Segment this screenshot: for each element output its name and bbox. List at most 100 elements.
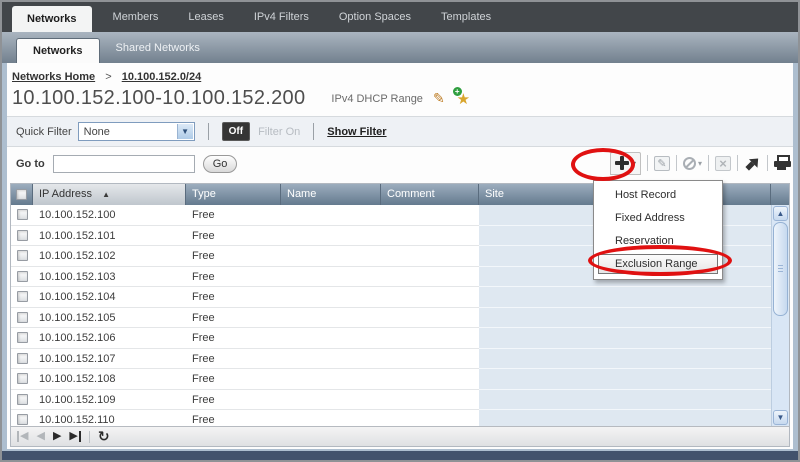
menu-item-reservation[interactable]: Reservation <box>594 230 722 253</box>
breadcrumb-network-link[interactable]: 10.100.152.0/24 <box>122 71 202 83</box>
show-filter-link[interactable]: Show Filter <box>327 126 386 138</box>
top-tab-bar: Networks Members Leases IPv4 Filters Opt… <box>2 2 798 32</box>
title-row: 10.100.152.100-10.100.152.200 IPv4 DHCP … <box>7 85 793 112</box>
delete-button[interactable]: × <box>715 155 731 171</box>
row-checkbox[interactable] <box>16 332 28 344</box>
checkbox-cell <box>11 225 33 246</box>
row-checkbox[interactable] <box>16 250 28 262</box>
refresh-button[interactable]: ↻ <box>98 429 110 443</box>
previous-page-button[interactable]: ◀ <box>36 431 44 442</box>
select-all-checkbox[interactable] <box>16 189 27 200</box>
row-checkbox[interactable] <box>16 291 28 303</box>
content-panel: Networks Home > 10.100.152.0/24 10.100.1… <box>7 63 793 449</box>
sub-tab-bar: Networks Shared Networks <box>2 32 798 63</box>
scrollbar-thumb[interactable] <box>773 222 788 316</box>
edit-pencil-icon[interactable]: ✎ <box>433 90 445 107</box>
edit-button[interactable]: ✎ <box>653 155 670 171</box>
checkbox-cell <box>11 369 33 390</box>
chevron-down-icon[interactable]: ▼ <box>176 124 193 139</box>
comment-cell <box>381 410 479 426</box>
last-page-button[interactable]: ▶ <box>69 431 81 442</box>
object-type-label: IPv4 DHCP Range <box>331 92 423 105</box>
refresh-icon: ↻ <box>97 427 110 444</box>
menu-item-host-record[interactable]: Host Record <box>594 184 722 207</box>
divider <box>737 155 738 171</box>
row-checkbox[interactable] <box>16 209 28 221</box>
ip-address-cell: 10.100.152.109 <box>33 389 186 410</box>
breadcrumb-networks-home-link[interactable]: Networks Home <box>12 71 95 83</box>
checkbox-cell <box>11 205 33 226</box>
tab-templates[interactable]: Templates <box>426 2 506 32</box>
subtab-shared-networks[interactable]: Shared Networks <box>100 33 216 63</box>
table-row[interactable]: 10.100.152.107 Free <box>11 348 789 369</box>
filter-toggle-button[interactable]: Off <box>221 122 251 141</box>
comment-cell <box>381 389 479 410</box>
quick-filter-select[interactable]: None ▼ <box>77 122 195 141</box>
tab-ipv4-filters[interactable]: IPv4 Filters <box>239 2 324 32</box>
ip-address-cell: 10.100.152.100 <box>33 205 186 226</box>
site-cell <box>479 287 789 308</box>
table-row[interactable]: 10.100.152.108 Free <box>11 369 789 390</box>
row-checkbox[interactable] <box>16 414 28 426</box>
first-page-button[interactable]: ◀ <box>17 431 28 442</box>
table-row[interactable]: 10.100.152.105 Free <box>11 307 789 328</box>
goto-label: Go to <box>16 157 45 170</box>
tab-members[interactable]: Members <box>98 2 174 32</box>
row-checkbox[interactable] <box>16 311 28 323</box>
subtab-networks[interactable]: Networks <box>16 38 100 63</box>
divider <box>675 155 677 171</box>
type-cell: Free <box>186 225 281 246</box>
column-header-comment[interactable]: Comment <box>381 184 479 205</box>
table-row[interactable]: 10.100.152.106 Free <box>11 328 789 349</box>
site-cell <box>479 348 789 369</box>
menu-item-exclusion-range[interactable]: Exclusion Range <box>594 253 722 276</box>
move-arrow-icon <box>740 151 764 175</box>
goto-input[interactable] <box>52 154 195 173</box>
add-dropdown-menu: Host Record Fixed Address Reservation Ex… <box>593 180 723 280</box>
checkbox-cell <box>11 389 33 410</box>
column-header-name[interactable]: Name <box>281 184 381 205</box>
divider <box>207 123 209 140</box>
quick-filter-value: None <box>83 125 110 138</box>
chevron-down-icon: ▾ <box>631 158 636 168</box>
comment-cell <box>381 225 479 246</box>
disable-button[interactable]: ▾ <box>682 156 702 170</box>
tab-option-spaces[interactable]: Option Spaces <box>324 2 426 32</box>
table-row[interactable]: 10.100.152.104 Free <box>11 287 789 308</box>
type-cell: Free <box>186 307 281 328</box>
go-button[interactable]: Go <box>202 154 238 173</box>
type-cell: Free <box>186 369 281 390</box>
scroll-down-button[interactable]: ▼ <box>773 410 788 425</box>
column-header-ip-address[interactable]: IP Address ▲ <box>33 184 186 205</box>
scroll-up-button[interactable]: ▲ <box>773 206 788 221</box>
breadcrumb: Networks Home > 10.100.152.0/24 <box>7 63 793 83</box>
row-checkbox[interactable] <box>16 229 28 241</box>
print-button[interactable] <box>774 154 791 172</box>
tab-leases[interactable]: Leases <box>173 2 238 32</box>
comment-cell <box>381 287 479 308</box>
next-page-button[interactable]: ▶ <box>53 431 61 442</box>
row-checkbox[interactable] <box>16 393 28 405</box>
chevron-down-icon: ▾ <box>697 158 702 168</box>
table-row[interactable]: 10.100.152.109 Free <box>11 389 789 410</box>
vertical-scrollbar[interactable]: ▲ ▼ <box>771 205 789 426</box>
row-checkbox[interactable] <box>16 352 28 364</box>
add-button[interactable]: ▾ <box>609 151 641 175</box>
tab-networks[interactable]: Networks <box>12 6 92 32</box>
divider <box>88 430 90 443</box>
type-cell: Free <box>186 205 281 226</box>
menu-item-fixed-address[interactable]: Fixed Address <box>594 207 722 230</box>
column-header-type[interactable]: Type <box>186 184 281 205</box>
row-checkbox[interactable] <box>16 373 28 385</box>
site-cell <box>479 389 789 410</box>
name-cell <box>281 246 381 267</box>
move-button[interactable] <box>744 155 761 172</box>
row-checkbox[interactable] <box>16 270 28 282</box>
table-row[interactable]: 10.100.152.110 Free <box>11 410 789 426</box>
add-to-favorites-star-icon[interactable]: ★ <box>452 86 470 108</box>
checkbox-cell <box>11 348 33 369</box>
first-page-icon: ◀ <box>17 431 28 442</box>
checkbox-cell <box>11 307 33 328</box>
name-cell <box>281 307 381 328</box>
comment-cell <box>381 348 479 369</box>
